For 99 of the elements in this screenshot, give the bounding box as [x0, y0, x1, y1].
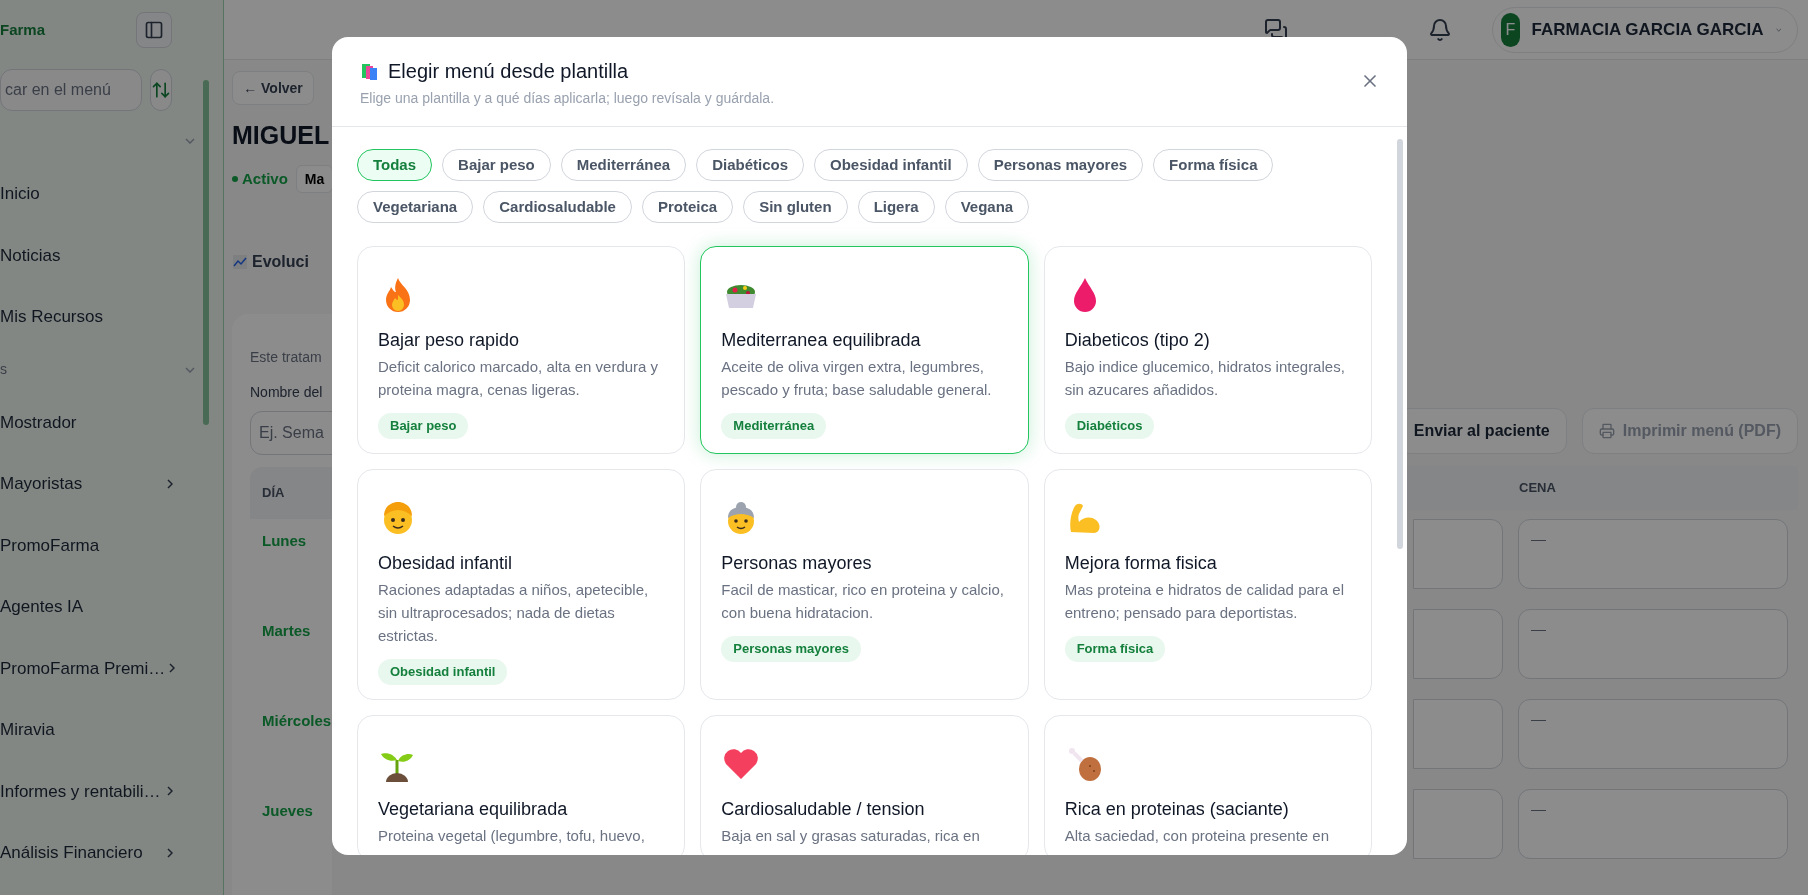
- sidebar-item[interactable]: PromoFarma: [0, 532, 100, 558]
- status-label: Activo: [242, 168, 288, 189]
- dialog-subtitle: Elige una plantilla y a qué días aplicarla; luego revísala y guárdala.: [360, 89, 775, 108]
- meal-field[interactable]: [1413, 519, 1503, 589]
- day-label: Miércoles: [262, 712, 332, 729]
- day-label: Jueves: [262, 802, 313, 819]
- template-card[interactable]: Cardiosaludable / tension Baja en sal y grasas saturadas, rica en: [700, 715, 1029, 855]
- template-card[interactable]: Bajar peso rapido Deficit calorico marcado, alta en verdura y proteina magra, cenas ligeras. Bajar peso: [357, 246, 686, 454]
- chevron-right-icon: [169, 663, 176, 674]
- template-description: Mas proteina e hidratos de calidad para el entreno; pensado para deportistas.: [1064, 580, 1345, 623]
- template-description: Raciones adaptadas a niños, apetecible, sin ultraprocesados; nada de dietas estrictas.: [378, 580, 650, 646]
- filter-chip[interactable]: Vegetariana: [357, 191, 474, 223]
- chevron-right-icon: [167, 478, 173, 489]
- template-tag: Forma física: [1064, 636, 1166, 662]
- section-label: s: [0, 360, 7, 379]
- filter-chip[interactable]: Forma física: [1153, 149, 1274, 181]
- avatar: F: [1501, 12, 1520, 47]
- template-title: Personas mayores: [721, 552, 872, 575]
- chevron-right-icon: [167, 847, 173, 858]
- dinner-field[interactable]: —: [1518, 609, 1788, 679]
- chevron-right-icon: [167, 786, 173, 797]
- filter-chip[interactable]: Personas mayores: [977, 149, 1144, 181]
- field-label: Nombre del: [250, 383, 324, 402]
- template-description: Baja en sal y grasas saturadas, rica en: [721, 826, 980, 846]
- sidebar-item[interactable]: Agentes IA: [0, 594, 84, 620]
- dinner-field[interactable]: —: [1518, 699, 1788, 769]
- template-tag: Bajar peso: [378, 413, 469, 439]
- patient-name: MIGUEL: [232, 120, 331, 151]
- logo-text: Farma: [0, 19, 46, 40]
- template-description: Deficit calorico marcado, alta en verdura y proteina magra, cenas ligeras.: [378, 357, 660, 400]
- day-label: Martes: [262, 622, 311, 639]
- template-title: Mejora forma fisica: [1064, 552, 1217, 575]
- menu-search-field[interactable]: car en el menú: [0, 69, 142, 111]
- template-title: Mediterranea equilibrada: [721, 329, 921, 352]
- printer-icon: [1598, 423, 1615, 439]
- template-description: Facil de masticar, rico en proteina y calcio, con buena hidratacion.: [721, 580, 1005, 623]
- template-card[interactable]: Vegetariana equilibrada Proteina vegetal (legumbre, tofu, huevo,: [357, 715, 686, 855]
- sidebar-item[interactable]: Mostrador: [0, 409, 77, 435]
- template-title: Obesidad infantil: [378, 552, 513, 575]
- meal-field[interactable]: [1413, 609, 1503, 679]
- template-title: Diabeticos (tipo 2): [1064, 329, 1210, 352]
- back-button[interactable]: ← Volver: [232, 71, 314, 105]
- template-tag: Diabéticos: [1064, 413, 1155, 439]
- section-chevron-icon[interactable]: [185, 138, 195, 144]
- sidebar-item[interactable]: Informes y rentabili…: [0, 778, 161, 804]
- filter-chip[interactable]: Diabéticos: [696, 149, 804, 181]
- section-chevron-icon[interactable]: [185, 366, 195, 373]
- sidebar-item[interactable]: Mis Recursos: [0, 304, 103, 330]
- template-description: Aceite de oliva virgen extra, legumbres, pescado y fruta; base saludable general.: [721, 357, 993, 400]
- template-title: Cardiosaludable / tension: [721, 798, 925, 821]
- collapse-sidebar-button[interactable]: [136, 12, 172, 48]
- template-description: Bajo indice glucemico, hidratos integrales, sin azucares añadidos.: [1064, 357, 1346, 400]
- sort-button[interactable]: [150, 69, 172, 111]
- sort-icon: [151, 80, 171, 100]
- filter-chip[interactable]: Ligera: [857, 191, 935, 223]
- template-card[interactable]: Obesidad infantil Raciones adaptadas a niños, apetecible, sin ultraprocesados; nada de dietas estrictas. Obesidad infantil: [357, 469, 686, 700]
- sidebar-item[interactable]: Mayoristas: [0, 471, 83, 497]
- sidebar-item[interactable]: Miravia: [0, 717, 55, 743]
- day-label: Lunes: [262, 532, 307, 549]
- template-title: Bajar peso rapido: [378, 329, 520, 352]
- chevron-down-icon: [1775, 26, 1781, 33]
- info-chip: Ma: [295, 165, 334, 193]
- sidebar-item[interactable]: Noticias: [0, 242, 61, 268]
- template-card[interactable]: Rica en proteinas (saciante) Alta saciedad, con proteina presente en: [1043, 715, 1372, 855]
- filter-chip[interactable]: Bajar peso: [442, 149, 551, 181]
- sidebar-item[interactable]: Inicio: [0, 181, 40, 207]
- filter-chip[interactable]: Cardiosaludable: [483, 191, 632, 223]
- books-icon: [360, 61, 380, 81]
- notice-text: Este tratam: [250, 348, 323, 367]
- template-description: Alta saciedad, con proteina presente en: [1064, 826, 1329, 846]
- template-card[interactable]: Mediterranea equilibrada Aceite de oliva virgen extra, legumbres, pescado y fruta; base saludable general. Mediterránea: [700, 246, 1029, 454]
- template-card[interactable]: Diabeticos (tipo 2) Bajo indice glucemico, hidratos integrales, sin azucares añadidos. Diabéticos: [1043, 246, 1372, 454]
- template-title: Vegetariana equilibrada: [378, 798, 568, 821]
- meal-field[interactable]: [1413, 789, 1503, 859]
- template-card[interactable]: Personas mayores Facil de masticar, rico en proteina y calcio, con buena hidratacion. Personas mayores: [700, 469, 1029, 700]
- meal-field[interactable]: [1413, 699, 1503, 769]
- filter-chip[interactable]: Todas: [357, 149, 433, 181]
- template-title: Rica en proteinas (saciante): [1064, 798, 1289, 821]
- template-tag: Personas mayores: [721, 636, 861, 662]
- dinner-field[interactable]: —: [1518, 789, 1788, 859]
- panel-icon: [144, 20, 164, 40]
- column-header: CENA: [1519, 479, 1556, 498]
- notification-icon[interactable]: [1428, 17, 1452, 42]
- template-tag: Obesidad infantil: [378, 659, 508, 685]
- filter-chip[interactable]: Obesidad infantil: [814, 149, 968, 181]
- dinner-field[interactable]: —: [1518, 519, 1788, 589]
- sidebar-item[interactable]: PromoFarma Premi…: [0, 655, 166, 681]
- sidebar-item[interactable]: Análisis Financiero: [0, 840, 143, 866]
- template-tag: Mediterránea: [721, 413, 827, 439]
- dialog-title: Elegir menú desde plantilla: [388, 59, 629, 84]
- filter-chip[interactable]: Vegana: [944, 191, 1030, 223]
- column-header: DÍA: [262, 484, 285, 503]
- filter-chip[interactable]: Sin gluten: [743, 191, 848, 223]
- evolution-tab[interactable]: Evoluci: [232, 250, 332, 274]
- chart-icon: [232, 254, 248, 270]
- filter-chip[interactable]: Proteica: [641, 191, 734, 223]
- template-description: Proteina vegetal (legumbre, tofu, huevo,: [378, 826, 645, 846]
- filter-chip[interactable]: Mediterránea: [560, 149, 687, 181]
- template-card[interactable]: Mejora forma fisica Mas proteina e hidratos de calidad para el entreno; pensado para deportistas. Forma física: [1043, 469, 1372, 700]
